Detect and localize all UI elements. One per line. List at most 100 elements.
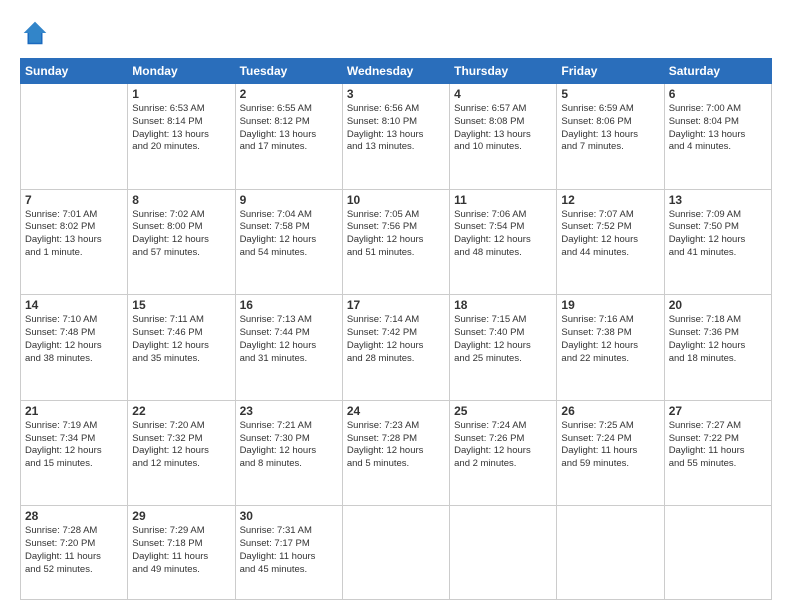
day-number: 17 [347, 298, 445, 312]
calendar-cell: 10 Sunrise: 7:05 AM Sunset: 7:56 PM Dayli… [342, 189, 449, 295]
calendar-cell: 3 Sunrise: 6:56 AM Sunset: 8:10 PM Daylig… [342, 84, 449, 190]
day-number: 30 [240, 509, 338, 523]
day-info: Sunrise: 7:18 AM Sunset: 7:36 PM Dayligh… [669, 314, 767, 365]
day-number: 28 [25, 509, 123, 523]
day-info: Sunrise: 6:59 AM Sunset: 8:06 PM Dayligh… [561, 103, 659, 154]
calendar-cell: 24 Sunrise: 7:23 AM Sunset: 7:28 PM Dayli… [342, 400, 449, 506]
day-info: Sunrise: 7:31 AM Sunset: 7:17 PM Dayligh… [240, 525, 338, 576]
day-number: 27 [669, 404, 767, 418]
day-number: 12 [561, 193, 659, 207]
calendar-cell: 22 Sunrise: 7:20 AM Sunset: 7:32 PM Dayli… [128, 400, 235, 506]
day-info: Sunrise: 7:21 AM Sunset: 7:30 PM Dayligh… [240, 420, 338, 471]
calendar-cell: 19 Sunrise: 7:16 AM Sunset: 7:38 PM Dayli… [557, 295, 664, 401]
day-number: 22 [132, 404, 230, 418]
day-number: 24 [347, 404, 445, 418]
weekday-header: Tuesday [235, 59, 342, 84]
calendar-cell: 11Sunrise: 7:06 AM Sunset: 7:54 PM Dayli… [450, 189, 557, 295]
day-info: Sunrise: 7:15 AM Sunset: 7:40 PM Dayligh… [454, 314, 552, 365]
day-number: 1 [132, 87, 230, 101]
calendar-cell: 9 Sunrise: 7:04 AM Sunset: 7:58 PM Daylig… [235, 189, 342, 295]
day-info: Sunrise: 6:56 AM Sunset: 8:10 PM Dayligh… [347, 103, 445, 154]
calendar-week-row: 21Sunrise: 7:19 AM Sunset: 7:34 PM Dayli… [21, 400, 772, 506]
calendar-cell: 7 Sunrise: 7:01 AM Sunset: 8:02 PM Daylig… [21, 189, 128, 295]
calendar-cell: 14 Sunrise: 7:10 AM Sunset: 7:48 PM Dayli… [21, 295, 128, 401]
calendar-cell: 21Sunrise: 7:19 AM Sunset: 7:34 PM Dayli… [21, 400, 128, 506]
day-number: 11 [454, 193, 552, 207]
weekday-header: Monday [128, 59, 235, 84]
day-number: 7 [25, 193, 123, 207]
calendar-cell: 5Sunrise: 6:59 AM Sunset: 8:06 PM Daylig… [557, 84, 664, 190]
calendar-cell: 26 Sunrise: 7:25 AM Sunset: 7:24 PM Dayli… [557, 400, 664, 506]
day-number: 16 [240, 298, 338, 312]
day-number: 9 [240, 193, 338, 207]
weekday-header: Friday [557, 59, 664, 84]
calendar-cell: 6 Sunrise: 7:00 AM Sunset: 8:04 PM Daylig… [664, 84, 771, 190]
weekday-header: Thursday [450, 59, 557, 84]
day-info: Sunrise: 6:55 AM Sunset: 8:12 PM Dayligh… [240, 103, 338, 154]
day-info: Sunrise: 7:07 AM Sunset: 7:52 PM Dayligh… [561, 209, 659, 260]
day-number: 10 [347, 193, 445, 207]
calendar-cell: 17 Sunrise: 7:14 AM Sunset: 7:42 PM Dayli… [342, 295, 449, 401]
calendar-cell [664, 506, 771, 600]
calendar-week-row: 28 Sunrise: 7:28 AM Sunset: 7:20 PM Dayli… [21, 506, 772, 600]
calendar-week-row: 7 Sunrise: 7:01 AM Sunset: 8:02 PM Daylig… [21, 189, 772, 295]
day-info: Sunrise: 7:27 AM Sunset: 7:22 PM Dayligh… [669, 420, 767, 471]
day-number: 18 [454, 298, 552, 312]
day-number: 25 [454, 404, 552, 418]
day-number: 20 [669, 298, 767, 312]
page: SundayMondayTuesdayWednesdayThursdayFrid… [0, 0, 792, 612]
day-info: Sunrise: 7:19 AM Sunset: 7:34 PM Dayligh… [25, 420, 123, 471]
day-info: Sunrise: 6:57 AM Sunset: 8:08 PM Dayligh… [454, 103, 552, 154]
calendar-cell: 15Sunrise: 7:11 AM Sunset: 7:46 PM Dayli… [128, 295, 235, 401]
calendar-cell: 18 Sunrise: 7:15 AM Sunset: 7:40 PM Dayli… [450, 295, 557, 401]
day-info: Sunrise: 7:05 AM Sunset: 7:56 PM Dayligh… [347, 209, 445, 260]
calendar-header-row: SundayMondayTuesdayWednesdayThursdayFrid… [21, 59, 772, 84]
calendar-cell: 23 Sunrise: 7:21 AM Sunset: 7:30 PM Dayli… [235, 400, 342, 506]
day-number: 14 [25, 298, 123, 312]
day-info: Sunrise: 7:02 AM Sunset: 8:00 PM Dayligh… [132, 209, 230, 260]
calendar-week-row: 1 Sunrise: 6:53 AM Sunset: 8:14 PM Daylig… [21, 84, 772, 190]
day-info: Sunrise: 7:11 AM Sunset: 7:46 PM Dayligh… [132, 314, 230, 365]
calendar-cell: 8 Sunrise: 7:02 AM Sunset: 8:00 PM Daylig… [128, 189, 235, 295]
day-info: Sunrise: 7:16 AM Sunset: 7:38 PM Dayligh… [561, 314, 659, 365]
calendar-cell: 28 Sunrise: 7:28 AM Sunset: 7:20 PM Dayli… [21, 506, 128, 600]
day-number: 2 [240, 87, 338, 101]
day-info: Sunrise: 7:04 AM Sunset: 7:58 PM Dayligh… [240, 209, 338, 260]
day-number: 3 [347, 87, 445, 101]
logo-icon [20, 18, 50, 48]
day-info: Sunrise: 7:13 AM Sunset: 7:44 PM Dayligh… [240, 314, 338, 365]
calendar-cell: 25Sunrise: 7:24 AM Sunset: 7:26 PM Dayli… [450, 400, 557, 506]
day-info: Sunrise: 6:53 AM Sunset: 8:14 PM Dayligh… [132, 103, 230, 154]
day-info: Sunrise: 7:10 AM Sunset: 7:48 PM Dayligh… [25, 314, 123, 365]
day-info: Sunrise: 7:09 AM Sunset: 7:50 PM Dayligh… [669, 209, 767, 260]
calendar-cell: 2 Sunrise: 6:55 AM Sunset: 8:12 PM Daylig… [235, 84, 342, 190]
day-info: Sunrise: 7:20 AM Sunset: 7:32 PM Dayligh… [132, 420, 230, 471]
day-info: Sunrise: 7:23 AM Sunset: 7:28 PM Dayligh… [347, 420, 445, 471]
calendar-cell [557, 506, 664, 600]
calendar-cell: 20 Sunrise: 7:18 AM Sunset: 7:36 PM Dayli… [664, 295, 771, 401]
day-info: Sunrise: 7:01 AM Sunset: 8:02 PM Dayligh… [25, 209, 123, 260]
day-info: Sunrise: 7:28 AM Sunset: 7:20 PM Dayligh… [25, 525, 123, 576]
day-number: 26 [561, 404, 659, 418]
day-info: Sunrise: 7:25 AM Sunset: 7:24 PM Dayligh… [561, 420, 659, 471]
calendar-cell: 12 Sunrise: 7:07 AM Sunset: 7:52 PM Dayli… [557, 189, 664, 295]
day-number: 6 [669, 87, 767, 101]
day-info: Sunrise: 7:29 AM Sunset: 7:18 PM Dayligh… [132, 525, 230, 576]
header [20, 18, 772, 48]
calendar-cell: 27 Sunrise: 7:27 AM Sunset: 7:22 PM Dayli… [664, 400, 771, 506]
day-number: 19 [561, 298, 659, 312]
day-number: 29 [132, 509, 230, 523]
day-info: Sunrise: 7:14 AM Sunset: 7:42 PM Dayligh… [347, 314, 445, 365]
weekday-header: Wednesday [342, 59, 449, 84]
day-number: 23 [240, 404, 338, 418]
weekday-header: Sunday [21, 59, 128, 84]
calendar-cell: 1 Sunrise: 6:53 AM Sunset: 8:14 PM Daylig… [128, 84, 235, 190]
calendar-cell [21, 84, 128, 190]
calendar-cell [342, 506, 449, 600]
day-info: Sunrise: 7:00 AM Sunset: 8:04 PM Dayligh… [669, 103, 767, 154]
calendar-table: SundayMondayTuesdayWednesdayThursdayFrid… [20, 58, 772, 600]
calendar-cell [450, 506, 557, 600]
day-number: 4 [454, 87, 552, 101]
day-number: 8 [132, 193, 230, 207]
calendar-cell: 30 Sunrise: 7:31 AM Sunset: 7:17 PM Dayli… [235, 506, 342, 600]
